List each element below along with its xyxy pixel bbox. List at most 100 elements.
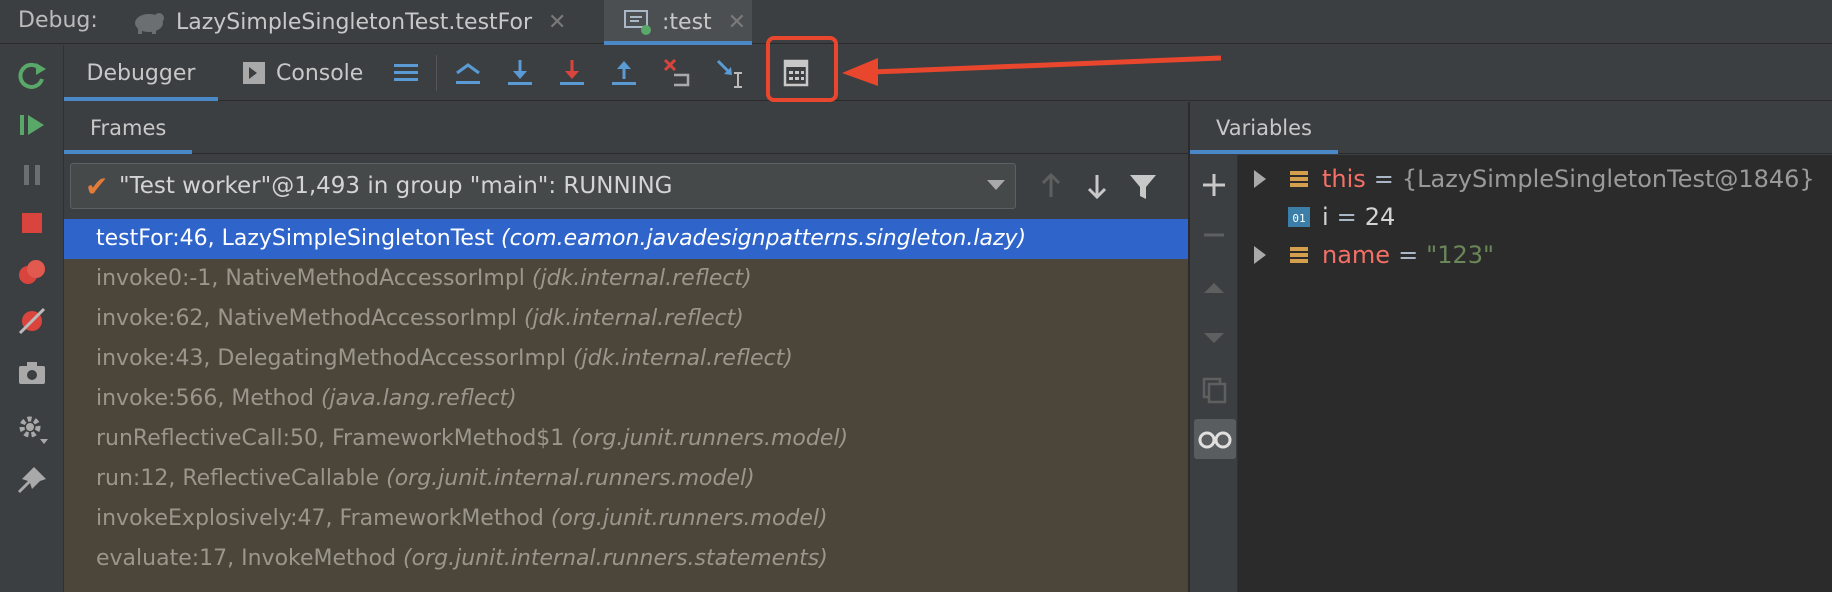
frame-row[interactable]: invoke0:-1, NativeMethodAccessorImpl (jd… <box>64 259 1188 299</box>
run-to-cursor-icon[interactable] <box>714 57 746 89</box>
console-icon <box>243 62 265 84</box>
variable-name: this <box>1322 165 1366 193</box>
frame-package: (java.lang.reflect) <box>320 386 517 411</box>
frames-header: Frames <box>64 102 1188 154</box>
console-tab-label: Console <box>276 60 364 86</box>
chevron-down-icon <box>987 180 1005 190</box>
equals-sign: = <box>1373 165 1394 193</box>
frame-package: (org.junit.runners.model) <box>550 506 828 531</box>
copy-icon[interactable] <box>1198 373 1230 405</box>
debug-label: Debug: <box>18 8 98 33</box>
remove-watch-minus-icon[interactable] <box>1198 219 1230 251</box>
drop-frame-icon[interactable] <box>662 57 694 89</box>
frame-package: (jdk.internal.reflect) <box>523 306 744 331</box>
frame-method: run:12, ReflectiveCallable <box>96 466 380 491</box>
expand-arrow-icon[interactable] <box>1254 170 1266 188</box>
run-tab-test[interactable]: :test ✕ <box>604 0 752 45</box>
frame-method: runReflectiveCall:50, FrameworkMethod$1 <box>96 426 565 451</box>
frame-row[interactable]: evaluate:17, InvokeMethod (org.junit.int… <box>64 539 1188 579</box>
checkmark-icon: ✔ <box>85 170 109 203</box>
layout-menu-icon[interactable] <box>390 57 422 89</box>
run-tab-label: :test <box>662 9 712 35</box>
frame-row[interactable]: invoke:566, Method (java.lang.reflect) <box>64 379 1188 419</box>
filter-icon[interactable] <box>1126 169 1160 203</box>
step-into-icon[interactable] <box>556 57 588 89</box>
frame-package: (jdk.internal.reflect) <box>531 266 752 291</box>
object-field-icon <box>1288 168 1310 190</box>
frame-method: invokeExplosively:47, FrameworkMethod <box>96 506 544 531</box>
frame-package: (jdk.internal.reflect) <box>572 346 793 371</box>
frame-package: (org.junit.internal.runners.model) <box>386 466 755 491</box>
variables-panel: Variables this = {LazySimpleSingletonTes… <box>1190 102 1832 592</box>
object-field-icon <box>1288 244 1310 266</box>
frame-method: invoke:566, Method <box>96 386 314 411</box>
frames-panel: Frames ✔ "Test worker"@1,493 in group "m… <box>64 102 1188 592</box>
variable-value: "123" <box>1426 241 1495 269</box>
next-frame-arrow-down-icon[interactable] <box>1080 169 1114 203</box>
pin-icon[interactable] <box>14 463 50 499</box>
frame-method: invoke0:-1, NativeMethodAccessorImpl <box>96 266 525 291</box>
left-action-toolbar <box>0 45 64 592</box>
camera-icon[interactable] <box>14 355 50 391</box>
stop-icon[interactable] <box>14 205 50 241</box>
equals-sign: = <box>1336 203 1357 231</box>
primitive-int-icon: 01 <box>1288 206 1310 228</box>
move-down-triangle-icon[interactable] <box>1198 321 1230 353</box>
previous-frame-arrow-up-icon[interactable] <box>1034 169 1068 203</box>
tab-frames[interactable]: Frames <box>64 102 193 154</box>
annotation-highlight-box <box>766 36 838 102</box>
settings-gear-icon[interactable] <box>14 411 50 447</box>
frame-package: (org.junit.runners.model) <box>571 426 849 451</box>
frame-row[interactable]: runReflectiveCall:50, FrameworkMethod$1 … <box>64 419 1188 459</box>
step-out-icon[interactable] <box>608 57 640 89</box>
frame-package: (org.junit.internal.runners.statements) <box>403 546 828 571</box>
thread-dropdown[interactable]: ✔ "Test worker"@1,493 in group "main": R… <box>70 163 1016 209</box>
frame-method: testFor:46, LazySimpleSingletonTest <box>96 226 495 251</box>
gradle-elephant-icon <box>132 9 166 35</box>
tab-debugger[interactable]: Debugger <box>64 45 218 101</box>
variables-side-toolbar <box>1190 155 1238 592</box>
move-up-triangle-icon[interactable] <box>1198 271 1230 303</box>
debug-tool-window-header: Debug: LazySimpleSingletonTest.testFor ✕… <box>0 0 1832 45</box>
variable-row-this[interactable]: this = {LazySimpleSingletonTest@1846} <box>1238 160 1832 198</box>
close-icon[interactable]: ✕ <box>548 10 566 35</box>
tab-variables[interactable]: Variables <box>1190 102 1338 154</box>
frame-row[interactable]: invokeExplosively:47, FrameworkMethod (o… <box>64 499 1188 539</box>
frame-row[interactable]: invoke:62, NativeMethodAccessorImpl (jdk… <box>64 299 1188 339</box>
frame-method: invoke:62, NativeMethodAccessorImpl <box>96 306 517 331</box>
add-watch-plus-icon[interactable] <box>1198 169 1230 201</box>
variables-header: Variables <box>1190 102 1832 154</box>
run-tab-testfor[interactable]: LazySimpleSingletonTest.testFor ✕ <box>132 0 602 44</box>
mute-breakpoints-icon[interactable] <box>14 303 50 339</box>
run-tab-label: LazySimpleSingletonTest.testFor <box>176 9 533 35</box>
rerun-icon[interactable] <box>14 59 50 95</box>
variable-value: {LazySimpleSingletonTest@1846} <box>1401 165 1815 193</box>
thread-selector-row: ✔ "Test worker"@1,493 in group "main": R… <box>64 155 1188 211</box>
frame-list: testFor:46, LazySimpleSingletonTest (com… <box>64 219 1188 592</box>
show-watches-glasses-icon[interactable] <box>1194 419 1236 459</box>
variable-row-name[interactable]: name = "123" <box>1238 236 1832 274</box>
equals-sign: = <box>1398 241 1419 269</box>
frame-row[interactable]: run:12, ReflectiveCallable (org.junit.in… <box>64 459 1188 499</box>
frame-row[interactable]: invoke:43, DelegatingMethodAccessorImpl … <box>64 339 1188 379</box>
svg-text:01: 01 <box>1292 212 1305 225</box>
show-execution-point-icon[interactable] <box>452 57 484 89</box>
resume-program-icon[interactable] <box>14 107 50 143</box>
variables-tree: this = {LazySimpleSingletonTest@1846} 01… <box>1238 155 1832 592</box>
view-breakpoints-icon[interactable] <box>14 255 50 291</box>
toolbar-separator <box>436 55 437 91</box>
frame-method: evaluate:17, InvokeMethod <box>96 546 397 571</box>
variable-value: 24 <box>1364 203 1396 231</box>
variable-row-i[interactable]: 01 i = 24 <box>1238 198 1832 236</box>
step-over-icon[interactable] <box>504 57 536 89</box>
pause-program-icon[interactable] <box>14 157 50 193</box>
close-icon[interactable]: ✕ <box>728 10 746 35</box>
frame-row[interactable]: testFor:46, LazySimpleSingletonTest (com… <box>64 219 1188 259</box>
thread-label: "Test worker"@1,493 in group "main": RUN… <box>119 173 673 199</box>
annotation-arrow-icon <box>842 55 1222 86</box>
frame-package: (com.eamon.javadesignpatterns.singleton.… <box>501 226 1027 251</box>
variable-name: i <box>1322 203 1329 231</box>
frame-method: invoke:43, DelegatingMethodAccessorImpl <box>96 346 566 371</box>
tab-console[interactable]: Console <box>242 45 392 101</box>
expand-arrow-icon[interactable] <box>1254 246 1266 264</box>
